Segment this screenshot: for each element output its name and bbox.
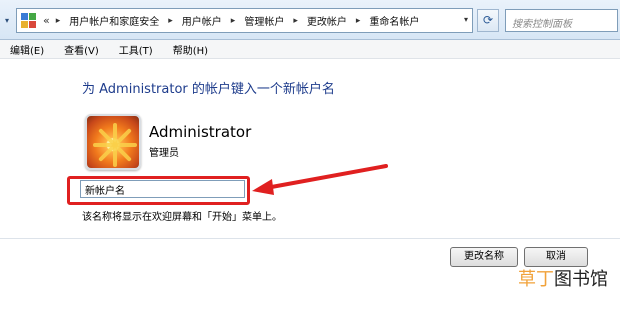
breadcrumb: ▸ 用户帐户和家庭安全 ▸ 用户帐户 ▸ 管理帐户 ▸ 更改帐户 ▸ 重命名帐户 (56, 13, 420, 29)
breadcrumb-item-rename-account[interactable]: 重命名帐户 (369, 13, 419, 28)
refresh-button[interactable]: ⟳ (477, 9, 499, 32)
recent-pages-dropdown-icon[interactable]: ▾ (2, 14, 12, 28)
breadcrumb-separator-icon[interactable]: ▸ (56, 16, 61, 26)
breadcrumb-item-user-accounts-family[interactable]: 用户帐户和家庭安全 (69, 13, 159, 28)
breadcrumb-separator-icon[interactable]: ▸ (231, 16, 236, 26)
name-hint-text: 该名称将显示在欢迎屏幕和「开始」菜单上。 (82, 212, 282, 223)
breadcrumb-overflow-icon[interactable]: « (43, 14, 50, 27)
account-role: 管理员 (149, 148, 179, 159)
menu-tools[interactable]: 工具(T) (119, 42, 153, 57)
avatar (85, 114, 141, 170)
address-dropdown-icon[interactable]: ▾ (464, 15, 468, 24)
breadcrumb-item-user-accounts[interactable]: 用户帐户 (182, 13, 222, 28)
menu-bar: 编辑(E) 查看(V) 工具(T) 帮助(H) (0, 40, 620, 59)
search-input[interactable]: 搜索控制面板 (505, 9, 618, 32)
breadcrumb-separator-icon[interactable]: ▸ (168, 16, 173, 26)
refresh-icon: ⟳ (482, 13, 494, 27)
breadcrumb-item-change-account[interactable]: 更改帐户 (307, 13, 347, 28)
watermark: 草丁图书馆 (518, 265, 608, 291)
account-name: Administrator (149, 123, 252, 141)
cancel-button[interactable]: 取消 (524, 247, 588, 267)
breadcrumb-item-manage-accounts[interactable]: 管理帐户 (244, 13, 284, 28)
red-arrow-icon (252, 164, 388, 195)
breadcrumb-separator-icon[interactable]: ▸ (356, 16, 361, 26)
page-title: 为 Administrator 的帐户键入一个新帐户名 (82, 82, 335, 97)
address-bar-row: ▾ « ▸ 用户帐户和家庭安全 ▸ 用户帐户 ▸ 管理帐户 ▸ 更改帐户 ▸ 重… (0, 0, 620, 40)
address-bar[interactable]: « ▸ 用户帐户和家庭安全 ▸ 用户帐户 ▸ 管理帐户 ▸ 更改帐户 ▸ 重命名… (16, 8, 473, 33)
change-name-button[interactable]: 更改名称 (450, 247, 518, 267)
menu-help[interactable]: 帮助(H) (173, 42, 208, 57)
menu-view[interactable]: 查看(V) (64, 42, 99, 57)
watermark-rest: 图书馆 (554, 269, 608, 290)
new-account-name-input[interactable] (80, 180, 245, 198)
control-panel-icon (20, 12, 38, 30)
main-content: 为 Administrator 的帐户键入一个新帐户名 Administrato… (0, 60, 620, 309)
breadcrumb-separator-icon[interactable]: ▸ (293, 16, 298, 26)
search-placeholder: 搜索控制面板 (512, 19, 572, 30)
menu-edit[interactable]: 编辑(E) (10, 42, 44, 57)
divider (0, 238, 620, 239)
watermark-first: 草丁 (518, 269, 554, 290)
